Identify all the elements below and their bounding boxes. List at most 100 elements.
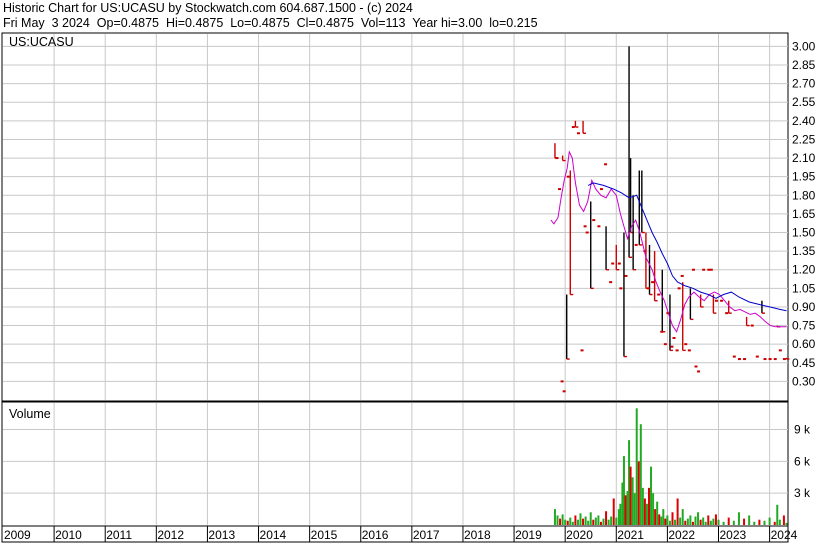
volume-bar: [576, 519, 579, 525]
volume-bar: [773, 521, 776, 525]
price-point: [651, 281, 655, 284]
volume-bar: [737, 512, 740, 525]
volume-bar: [610, 516, 613, 525]
volume-bar: [778, 519, 781, 525]
price-point: [617, 262, 621, 265]
volume-bar: [615, 517, 618, 525]
price-tick-label: 2.40: [792, 114, 816, 128]
volume-bar: [584, 516, 587, 525]
volume-bar: [629, 466, 632, 525]
volume-bar: [662, 509, 665, 525]
volume-bar: [748, 515, 751, 525]
price-point: [571, 126, 575, 129]
volume-bar: [633, 493, 636, 525]
price-tick-label: 2.10: [792, 151, 816, 165]
price-point: [684, 343, 688, 346]
volume-bar: [559, 518, 562, 525]
price-tick-label: 0.60: [792, 337, 816, 351]
volume-bar: [582, 518, 585, 525]
volume-bar: [743, 518, 746, 525]
price-tick-label: 2.85: [792, 58, 816, 72]
price-point: [580, 349, 584, 352]
volume-bar: [561, 514, 564, 525]
price-point: [755, 355, 759, 358]
volume-bar: [684, 520, 687, 525]
volume-tick-label: 9 k: [794, 423, 811, 437]
volume-bar: [694, 516, 697, 525]
price-point: [732, 355, 736, 358]
volume-bar: [579, 513, 582, 525]
volume-bar: [689, 515, 692, 525]
price-point: [558, 188, 562, 191]
price-point: [657, 293, 661, 296]
volume-bar: [589, 512, 592, 525]
price-point: [583, 225, 587, 228]
year-tick-label: 2023: [719, 528, 746, 542]
price-point: [697, 370, 701, 373]
price-point: [604, 163, 608, 166]
price-point: [585, 231, 589, 234]
year-tick-label: 2020: [566, 528, 593, 542]
volume-bar: [566, 520, 569, 525]
volume-bar: [785, 522, 788, 525]
volume-bar: [722, 521, 725, 525]
volume-bar: [569, 517, 572, 525]
price-tick-label: 1.95: [792, 170, 816, 184]
volume-bar: [647, 487, 650, 525]
volume-bar: [776, 504, 779, 525]
price-point: [555, 157, 559, 160]
volume-bar: [676, 498, 679, 525]
volume-bar: [599, 521, 602, 525]
year-tick-label: 2013: [208, 528, 235, 542]
price-point: [663, 343, 667, 346]
volume-bar: [664, 518, 667, 525]
price-tick-label: 1.80: [792, 188, 816, 202]
price-tick-label: 1.20: [792, 263, 816, 277]
price-point: [702, 268, 706, 271]
price-point: [778, 349, 782, 352]
volume-bar: [624, 495, 627, 525]
volume-bar: [619, 503, 622, 525]
volume-bar: [635, 408, 638, 525]
volume-bar: [553, 509, 556, 525]
year-tick-label: 2014: [260, 528, 287, 542]
price-point: [562, 390, 566, 393]
volume-bar: [652, 493, 655, 525]
price-point: [737, 358, 741, 361]
volume-bar: [650, 466, 653, 525]
price-point: [773, 358, 777, 361]
volume-bar: [768, 517, 771, 525]
volume-bar: [602, 518, 605, 525]
price-point: [560, 380, 564, 383]
price-point: [691, 268, 695, 271]
volume-bar: [594, 517, 597, 525]
volume-bar: [605, 511, 608, 525]
price-tick-label: 1.50: [792, 226, 816, 240]
volume-bar: [631, 477, 634, 525]
volume-bar: [654, 509, 657, 525]
volume-bar: [639, 424, 642, 525]
price-point: [624, 274, 628, 277]
price-point: [670, 345, 674, 348]
price-point: [782, 358, 786, 361]
price-point: [707, 268, 711, 271]
price-point: [714, 299, 718, 302]
volume-bar: [782, 515, 785, 525]
volume-bar: [564, 519, 567, 525]
price-point: [687, 349, 691, 352]
chart-canvas: 3.00 2.85 2.70 2.55 2.40 2.25 2.10 1.95 1.80 1.65…: [1, 32, 816, 543]
year-tick-label: 2019: [515, 528, 542, 542]
volume-bar: [763, 520, 766, 525]
price-point: [725, 312, 729, 315]
volume-bar: [643, 498, 646, 525]
volume-bar: [697, 512, 700, 525]
price-point: [660, 330, 664, 333]
volume-bar: [637, 461, 640, 525]
volume-bar: [607, 519, 610, 525]
price-point: [763, 358, 767, 361]
volume-bar: [656, 501, 659, 525]
volume-bar: [658, 514, 661, 525]
price-point: [609, 281, 613, 284]
volume-bar: [668, 520, 671, 525]
volume-bar: [753, 521, 756, 525]
